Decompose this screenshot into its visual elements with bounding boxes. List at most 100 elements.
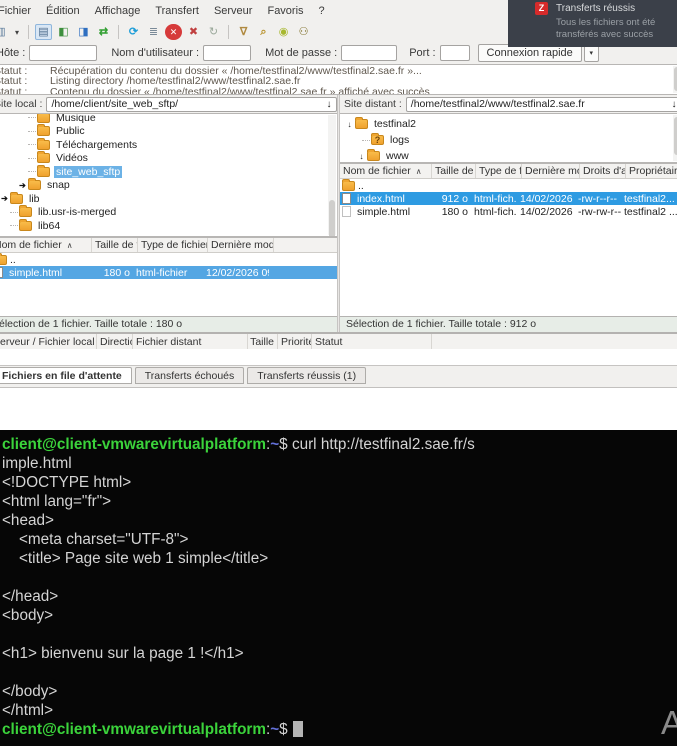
terminal-output [2, 626, 677, 645]
column-header-modified[interactable]: Dernière mod [522, 164, 580, 178]
combo-arrow-icon[interactable]: ↓ [667, 99, 677, 110]
local-tree-scrollbar[interactable] [328, 115, 336, 235]
tree-item[interactable]: ?logs [340, 132, 677, 148]
column-header-modified[interactable]: Dernière modific. [208, 238, 274, 252]
tab-queued-files[interactable]: Fichiers en file d'attente [0, 367, 132, 384]
log-label: Statut : [0, 87, 50, 96]
port-label: Port : [409, 47, 435, 59]
menu-favoris[interactable]: Favoris [267, 5, 303, 17]
queue-tabs: Fichiers en file d'attente Transferts éc… [0, 365, 677, 385]
password-input[interactable] [341, 45, 397, 61]
remote-path-combo[interactable]: /home/testfinal2/www/testfinal2.sae.fr ↓ [406, 97, 677, 112]
queue-col-status[interactable]: Statut [312, 334, 432, 349]
column-header-name[interactable]: Nom de fichier∧ [340, 164, 432, 178]
terminal-output: <head> [2, 512, 677, 531]
toggle-log-icon[interactable]: ▤ [35, 24, 52, 40]
column-header-type[interactable]: Type de fic [476, 164, 522, 178]
tree-item-selected[interactable]: site_web_sftp [0, 165, 337, 179]
tree-item[interactable]: Public [0, 125, 337, 139]
table-row-selected[interactable]: simple.html 180 o html-fichier 12/02/202… [0, 266, 337, 279]
terminal-window[interactable]: client@client-vmwarevirtualplatform:~$ c… [0, 430, 677, 746]
remote-tree-scrollbar[interactable] [673, 115, 677, 161]
tree-item[interactable]: lib.usr-is-merged [0, 206, 337, 220]
find-files-icon[interactable]: ⚇ [295, 24, 312, 40]
tree-item[interactable]: ↓www [340, 148, 677, 163]
terminal-output [2, 569, 677, 588]
clipped-desktop-character: A [661, 704, 677, 742]
menu-transfert[interactable]: Transfert [155, 5, 199, 17]
column-header-perms[interactable]: Droits d'ac [580, 164, 626, 178]
log-scrollbar[interactable] [673, 66, 677, 93]
table-row[interactable]: .. [340, 179, 677, 192]
local-path-combo[interactable]: /home/client/site_web_sftp/ ↓ [46, 97, 337, 112]
log-message: Listing directory /home/testfinal2/www/t… [50, 76, 300, 86]
transfer-notification[interactable]: Z Transferts réussis Tous les fichiers o… [508, 0, 677, 47]
queue-header: Serveur / Fichier local Direction Fichie… [0, 332, 677, 349]
combo-arrow-icon[interactable]: ↓ [322, 99, 336, 110]
tree-item[interactable]: lib64 [0, 219, 337, 233]
folder-icon [19, 207, 32, 217]
sync-browsing-icon[interactable]: ◉ [275, 24, 292, 40]
tab-failed-transfers[interactable]: Transferts échoués [135, 367, 245, 384]
host-label: Hôte : [0, 47, 25, 59]
menu-serveur[interactable]: Serveur [214, 5, 253, 17]
folder-icon [10, 194, 23, 204]
toolbar-separator [28, 25, 29, 39]
expand-arrow-icon[interactable]: ↓ [356, 152, 367, 161]
tab-successful-transfers[interactable]: Transferts réussis (1) [247, 367, 366, 384]
terminal-output: <h1> bienvenu sur la page 1 !</h1> [2, 645, 677, 664]
site-manager-dropdown-icon[interactable]: ▾ [12, 24, 22, 40]
folder-icon [28, 180, 41, 190]
toggle-remote-tree-icon[interactable]: ◨ [75, 24, 92, 40]
compare-icon[interactable]: ⌕ [255, 24, 272, 40]
reconnect-icon[interactable]: ↻ [205, 24, 222, 40]
tree-item[interactable]: ➔snap [0, 179, 337, 193]
username-input[interactable] [203, 45, 251, 61]
table-row[interactable]: simple.html 180 o html-fich... 14/02/202… [340, 205, 677, 218]
column-header-size[interactable]: Taille de fi [432, 164, 476, 178]
sort-asc-icon: ∧ [416, 167, 422, 176]
disconnect-icon[interactable]: ✖ [185, 24, 202, 40]
menu-help[interactable]: ? [319, 5, 325, 17]
column-header-owner[interactable]: Propriétaire [626, 164, 677, 178]
expand-arrow-icon[interactable]: ↓ [344, 120, 355, 129]
desktop: Fichier Édition Affichage Transfert Serv… [0, 0, 677, 746]
table-row-selected[interactable]: index.html 912 o html-fich... 14/02/2026… [340, 192, 677, 205]
tree-item[interactable]: ➔lib [0, 192, 337, 206]
queue-col-remote-file[interactable]: Fichier distant [133, 334, 248, 349]
expand-arrow-icon[interactable]: ➔ [0, 194, 10, 203]
expand-arrow-icon[interactable]: ➔ [17, 181, 28, 190]
queue-col-priority[interactable]: Priorité [278, 334, 312, 349]
toolbar-separator [118, 25, 119, 39]
queue-col-size[interactable]: Taille [248, 334, 278, 349]
terminal-output: <title> Page site web 1 simple</title> [2, 550, 677, 569]
remote-tree: ↓testfinal2 ?logs ↓www [340, 113, 677, 163]
tree-item[interactable]: Vidéos [0, 152, 337, 166]
remote-path-bar: Site distant : /home/testfinal2/www/test… [340, 95, 677, 113]
toggle-local-tree-icon[interactable]: ◧ [55, 24, 72, 40]
tree-item[interactable]: ↓testfinal2 [340, 116, 677, 132]
column-header-size[interactable]: Taille de fic [92, 238, 138, 252]
queue-col-server[interactable]: Serveur / Fichier local [0, 334, 97, 349]
tree-item[interactable]: Téléchargements [0, 138, 337, 152]
column-header-type[interactable]: Type de fichier [138, 238, 208, 252]
column-header-name[interactable]: Nom de fichier∧ [0, 238, 92, 252]
filter-icon[interactable]: ∇ [235, 24, 252, 40]
queue-col-direction[interactable]: Direction [97, 334, 133, 349]
toolbar-separator [228, 25, 229, 39]
menu-fichier[interactable]: Fichier [0, 5, 31, 17]
refresh-icon[interactable]: ⟳ [125, 24, 142, 40]
unknown-badge-icon: ? [372, 135, 383, 144]
site-manager-icon[interactable]: ▥ [0, 24, 9, 40]
tree-item[interactable]: Musique [0, 113, 337, 125]
toggle-queue-icon[interactable]: ⇄ [95, 24, 112, 40]
host-input[interactable] [29, 45, 97, 61]
port-input[interactable] [440, 45, 470, 61]
menu-edition[interactable]: Édition [46, 5, 80, 17]
log-label: Statut : [0, 66, 50, 76]
process-queue-icon[interactable]: ≣ [145, 24, 162, 40]
menu-affichage[interactable]: Affichage [95, 5, 141, 17]
table-row[interactable]: .. [0, 253, 337, 266]
cancel-icon[interactable]: ✕ [165, 24, 182, 40]
filezilla-logo-icon: Z [535, 2, 548, 15]
